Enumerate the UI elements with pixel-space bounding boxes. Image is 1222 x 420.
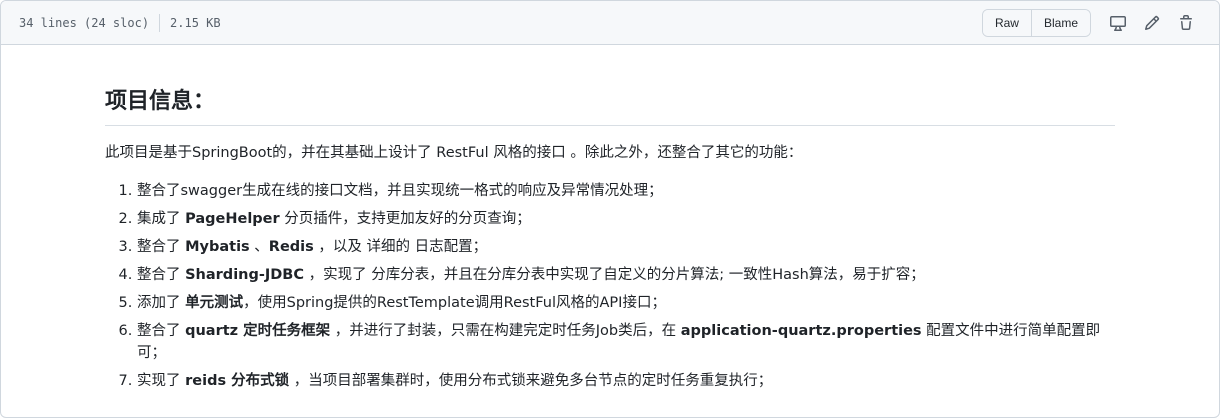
list-item: 添加了 单元测试，使用Spring提供的RestTemplate调用RestFu… [137,292,1115,314]
item-text: 整合了 [137,323,186,339]
item-emphasis: reids 分布式锁 [185,373,290,389]
list-item: 集成了 PageHelper 分页插件，支持更加友好的分页查询； [137,208,1115,230]
file-header: 34 lines (24 sloc) 2.15 KB Raw Blame [1,1,1219,45]
line-count: 34 lines (24 sloc) [19,15,150,30]
list-item: 整合了 Sharding-JDBC ，实现了 分库分表，并且在分库分表中实现了自… [137,264,1115,286]
raw-blame-group: Raw Blame [981,8,1091,37]
item-text: 实现了 [137,373,186,389]
item-text: 整合了 [137,239,186,255]
item-emphasis: PageHelper [185,211,280,227]
blame-button[interactable]: Blame [1030,9,1090,36]
file-actions: Raw Blame [981,8,1203,37]
file-info: 34 lines (24 sloc) 2.15 KB [19,13,221,32]
intro-paragraph: 此项目是基于SpringBoot的，并在其基础上设计了 RestFul 风格的接… [105,145,803,161]
item-text: ，并进行了封装，只需在构建完定时任务Job类后，在 [330,323,681,339]
raw-button[interactable]: Raw [982,9,1031,36]
file-size: 2.15 KB [170,15,221,30]
item-emphasis: Sharding-JDBC [185,267,305,283]
item-text: 整合了swagger生成在线的接口文档，并且实现统一格式的响应及异常情况处理； [137,183,663,199]
desktop-icon[interactable] [1101,9,1135,37]
list-item: 整合了 Mybatis 、Redis ，以及 详细的 日志配置； [137,236,1115,258]
item-emphasis: Redis [268,239,314,255]
item-text: 集成了 [137,211,186,227]
file-viewer: 34 lines (24 sloc) 2.15 KB Raw Blame 项目信… [0,0,1220,418]
pencil-icon[interactable] [1135,9,1169,37]
divider [159,13,161,32]
item-text: 、 [249,239,269,255]
trash-icon[interactable] [1169,9,1203,37]
item-emphasis: quartz 定时任务框架 [185,323,331,339]
item-emphasis: Mybatis [185,239,250,255]
item-text: 分页插件，支持更加友好的分页查询； [279,211,531,227]
list-item: 实现了 reids 分布式锁 ，当项目部署集群时，使用分布式锁来避免多台节点的定… [137,370,1115,392]
item-emphasis: application-quartz.properties [680,323,922,339]
item-text: ，使用Spring提供的RestTemplate调用RestFul风格的API接… [243,295,666,311]
item-text: ，当项目部署集群时，使用分布式锁来避免多台节点的定时任务重复执行； [289,373,773,389]
item-text: 添加了 [137,295,186,311]
list-item: 整合了swagger生成在线的接口文档，并且实现统一格式的响应及异常情况处理； [137,180,1115,202]
item-text: 整合了 [137,267,186,283]
feature-list: 整合了swagger生成在线的接口文档，并且实现统一格式的响应及异常情况处理； … [105,180,1115,392]
item-text: ，实现了 分库分表，并且在分库分表中实现了自定义的分片算法; 一致性Hash算法… [304,267,925,283]
list-item: 整合了 quartz 定时任务框架 ，并进行了封装，只需在构建完定时任务Job类… [137,320,1115,364]
item-emphasis: 单元测试 [185,295,244,311]
item-text: ，以及 详细的 日志配置； [313,239,488,255]
readme-content: 项目信息： 此项目是基于SpringBoot的，并在其基础上设计了 RestFu… [1,45,1219,392]
section-heading: 项目信息： [105,85,1115,126]
